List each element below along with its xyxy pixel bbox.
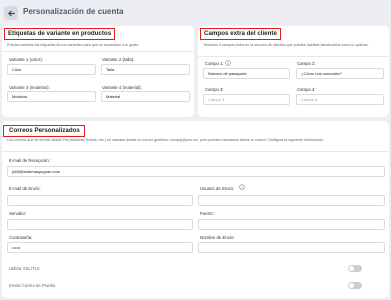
extra-fields-title: Campos extra del cliente — [200, 28, 281, 40]
send-email-label: E-mail de Envío: — [9, 186, 41, 191]
toggle-knob — [349, 283, 354, 288]
extra-field-4-input[interactable]: Campo 4 — [296, 94, 384, 105]
test-email-toggle-label: Enviar Correo de Prueba — [9, 283, 56, 288]
password-label: Contraseña: — [9, 235, 33, 240]
variant-2-label: Variante 2 (talla): — [102, 57, 135, 62]
extra-field-4-label: Campo 4: — [297, 87, 316, 92]
reception-email-input[interactable]: juli3@sistemaspogran.com — [7, 166, 385, 177]
extra-fields-card: Campos extra del cliente Tenemos 4 campo… — [198, 26, 389, 117]
send-user-input[interactable] — [198, 195, 385, 206]
ssl-toggle-label: Utilizar SSL/TLS — [9, 266, 40, 271]
toggle-knob — [349, 266, 354, 271]
variant-1-label: Variante 1 (color): — [9, 57, 43, 62]
variant-3-input[interactable]: Modelos — [7, 91, 96, 102]
extra-field-2-label: Campo 2: — [297, 61, 316, 66]
send-user-label: Usuario de Envío: — [200, 186, 235, 191]
back-button[interactable] — [4, 6, 18, 20]
account-customization-page: Personalización de cuenta Etiquetas de v… — [0, 0, 391, 300]
extra-field-3-input[interactable]: Campo 3 — [203, 94, 290, 105]
info-icon[interactable] — [225, 60, 231, 66]
divider — [198, 56, 389, 57]
extra-field-1-label: Campo 1: — [205, 61, 224, 66]
send-name-input[interactable] — [198, 242, 385, 253]
variant-labels-description: Puedes cambiar las etiquetas de tus vari… — [7, 43, 140, 47]
custom-emails-card: Correos Personalizados Los correos que s… — [2, 121, 389, 298]
divider — [2, 51, 194, 52]
server-input[interactable] — [7, 219, 193, 230]
variant-4-input[interactable]: Material — [101, 91, 190, 102]
reception-email-label: E-mail de Recepción: — [9, 158, 50, 163]
variant-2-input[interactable]: Talla — [101, 64, 190, 75]
page-title: Personalización de cuenta — [23, 7, 124, 16]
extra-field-2-input[interactable]: ¿Cómo nos conociste? — [296, 68, 384, 79]
send-name-label: Nombre de Envío: — [200, 235, 235, 240]
variant-3-label: Variante 3 (modelos): — [9, 85, 50, 90]
test-email-toggle[interactable] — [348, 282, 362, 289]
top-bar: Personalización de cuenta — [0, 0, 391, 26]
info-icon[interactable] — [239, 184, 245, 190]
custom-emails-title: Correos Personalizados — [3, 125, 85, 137]
ssl-toggle[interactable] — [348, 265, 362, 272]
port-input[interactable] — [198, 219, 385, 230]
variant-labels-title: Etiquetas de variante en productos — [4, 28, 116, 40]
variant-4-label: Variante 4 (material): — [102, 85, 142, 90]
variant-labels-card: Etiquetas de variante en productos Puede… — [2, 26, 194, 117]
port-label: Puerto: — [200, 211, 214, 216]
custom-emails-description: Los correos que se envían desde Pos (fac… — [7, 138, 325, 142]
divider — [2, 151, 389, 152]
send-email-input[interactable] — [7, 195, 193, 206]
server-label: Servidor: — [9, 211, 27, 216]
extra-field-3-label: Campo 3: — [205, 87, 224, 92]
extra-fields-description: Tenemos 4 campos extra en la sección de … — [203, 43, 369, 47]
password-input[interactable]: •••••• — [7, 242, 193, 253]
extra-field-1-input[interactable]: Número de pasaporte — [203, 68, 290, 79]
arrow-left-icon — [7, 10, 15, 16]
variant-1-input[interactable]: Color — [7, 64, 96, 75]
